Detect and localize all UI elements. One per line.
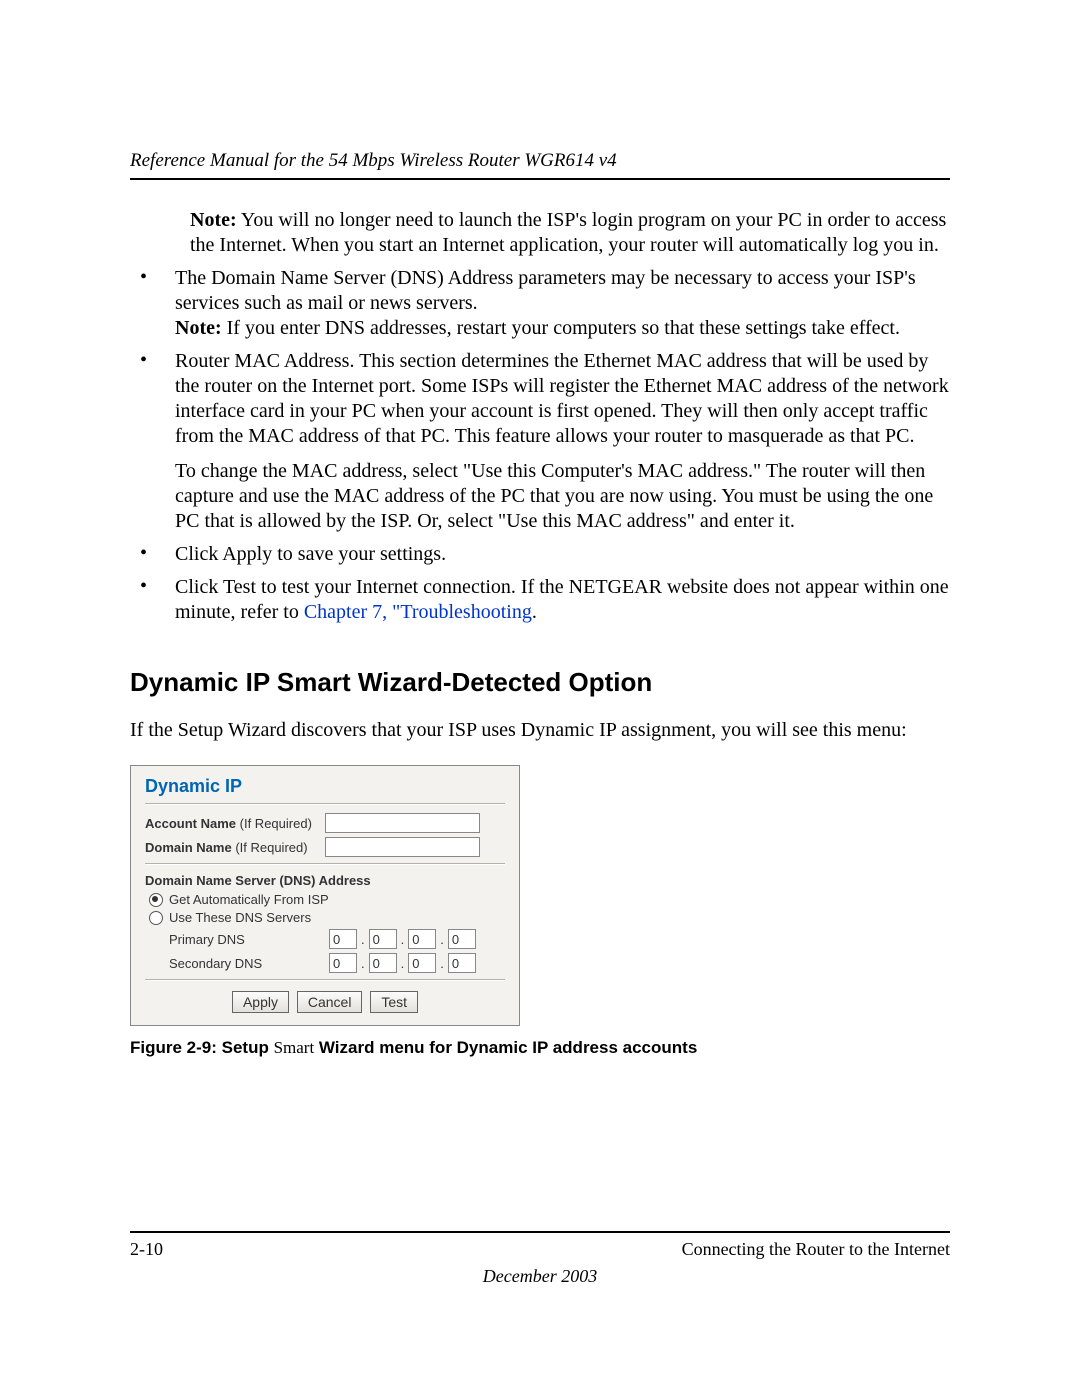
link-troubleshooting[interactable]: Chapter 7, "Troubleshooting <box>304 601 532 623</box>
bullet-dns: • The Domain Name Server (DNS) Address p… <box>130 266 950 341</box>
header-rule <box>130 178 950 180</box>
bullet-dot-icon: • <box>130 349 175 534</box>
bullet-dns-text: The Domain Name Server (DNS) Address par… <box>175 267 916 314</box>
radio-icon <box>149 893 163 907</box>
manual-title-header: Reference Manual for the 54 Mbps Wireles… <box>130 150 950 172</box>
primary-dns-octet-3[interactable]: 0 <box>408 929 436 949</box>
dns-heading: Domain Name Server (DNS) Address <box>145 873 505 888</box>
cancel-button[interactable]: Cancel <box>297 991 363 1013</box>
domain-name-input[interactable] <box>325 837 480 857</box>
footer-section: Connecting the Router to the Internet <box>682 1239 950 1260</box>
radio-auto-isp[interactable]: Get Automatically From ISP <box>149 892 505 907</box>
bullet-test: • Click Test to test your Internet conne… <box>130 575 950 625</box>
bullet-dot-icon: • <box>130 266 175 341</box>
footer-rule <box>130 1231 950 1233</box>
radio-use-label: Use These DNS Servers <box>169 910 311 925</box>
panel-divider <box>145 979 505 981</box>
panel-divider <box>145 803 505 805</box>
secondary-dns-octet-1[interactable]: 0 <box>329 953 357 973</box>
secondary-dns-octet-3[interactable]: 0 <box>408 953 436 973</box>
footer-date: December 2003 <box>130 1266 950 1287</box>
primary-dns-label: Primary DNS <box>169 932 329 947</box>
bullet-mac-p1: Router MAC Address. This section determi… <box>175 349 950 449</box>
bullet-test-post: . <box>532 601 537 623</box>
bullet-dot-icon: • <box>130 542 175 567</box>
radio-icon <box>149 911 163 925</box>
account-name-input[interactable] <box>325 813 480 833</box>
domain-name-label: Domain Name (If Required) <box>145 840 325 855</box>
note-dns: Note: If you enter DNS addresses, restar… <box>175 317 900 339</box>
page-number: 2-10 <box>130 1239 163 1260</box>
bullet-mac-p2: To change the MAC address, select "Use t… <box>175 459 950 534</box>
note-login-text: You will no longer need to launch the IS… <box>190 209 946 256</box>
figure-caption: Figure 2-9: Setup Smart Wizard menu for … <box>130 1038 950 1058</box>
account-name-label: Account Name (If Required) <box>145 816 325 831</box>
primary-dns-octet-2[interactable]: 0 <box>369 929 397 949</box>
bullet-apply-text: Click Apply to save your settings. <box>175 542 950 567</box>
panel-title: Dynamic IP <box>145 776 505 797</box>
bullet-dot-icon: • <box>130 575 175 625</box>
section-heading: Dynamic IP Smart Wizard-Detected Option <box>130 667 950 698</box>
section-intro: If the Setup Wizard discovers that your … <box>130 718 950 743</box>
primary-dns-octet-1[interactable]: 0 <box>329 929 357 949</box>
radio-auto-label: Get Automatically From ISP <box>169 892 329 907</box>
test-button[interactable]: Test <box>370 991 418 1013</box>
secondary-dns-octet-2[interactable]: 0 <box>369 953 397 973</box>
radio-use-dns[interactable]: Use These DNS Servers <box>149 910 505 925</box>
primary-dns-octet-4[interactable]: 0 <box>448 929 476 949</box>
apply-button[interactable]: Apply <box>232 991 289 1013</box>
bullet-apply: • Click Apply to save your settings. <box>130 542 950 567</box>
note-login: Note: You will no longer need to launch … <box>190 208 950 258</box>
secondary-dns-label: Secondary DNS <box>169 956 329 971</box>
bullet-mac: • Router MAC Address. This section deter… <box>130 349 950 534</box>
bullet-test-pre: Click Test to test your Internet connect… <box>175 576 949 623</box>
panel-divider <box>145 863 505 865</box>
dynamic-ip-panel: Dynamic IP Account Name (If Required) Do… <box>130 765 520 1026</box>
secondary-dns-octet-4[interactable]: 0 <box>448 953 476 973</box>
